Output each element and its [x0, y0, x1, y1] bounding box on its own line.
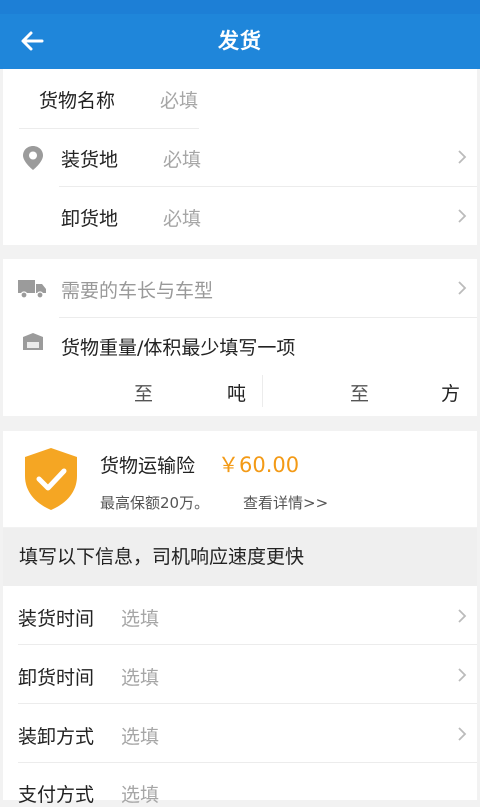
- app-bar: 发货: [0, 14, 480, 69]
- unload-place-row[interactable]: 卸货地 必填: [3, 186, 477, 245]
- optional-section-header: 填写以下信息，司机响应速度更快: [3, 528, 477, 586]
- handling-method-label: 装卸方式: [18, 726, 95, 748]
- cargo-name-input[interactable]: 必填: [160, 86, 198, 113]
- volume-range-separator: 至: [350, 383, 370, 405]
- load-place-label: 装货地: [61, 149, 119, 171]
- chevron-right-icon: [458, 727, 467, 741]
- insurance-description: 最高保额20万。: [100, 494, 210, 512]
- weight-unit: 吨: [227, 383, 247, 405]
- load-time-row[interactable]: 装货时间 选填: [3, 586, 477, 644]
- unload-time-label: 卸货时间: [18, 667, 95, 689]
- load-time-label: 装货时间: [18, 608, 95, 630]
- unload-place-input[interactable]: 必填: [163, 204, 201, 231]
- vehicle-card: 需要的车长与车型 货物重量/体积最少填写一项 至 吨 至 方: [3, 259, 477, 416]
- unload-place-label: 卸货地: [61, 208, 119, 230]
- chevron-right-icon: [458, 281, 467, 295]
- optional-section-title: 填写以下信息，司机响应速度更快: [19, 546, 305, 568]
- chevron-right-icon: [458, 150, 467, 164]
- location-pin-icon: [23, 146, 43, 170]
- handling-method-input[interactable]: 选填: [121, 722, 159, 749]
- load-place-row[interactable]: 装货地 必填: [3, 128, 477, 186]
- chevron-right-icon: [458, 609, 467, 623]
- cargo-name-label: 货物名称: [39, 90, 116, 112]
- truck-icon: [18, 280, 46, 299]
- insurance-card[interactable]: 货物运输险 ￥60.00 最高保额20万。 查看详情>>: [3, 431, 477, 527]
- vehicle-type-row[interactable]: 需要的车长与车型: [3, 259, 477, 317]
- divider: [262, 375, 263, 407]
- load-place-input[interactable]: 必填: [163, 145, 201, 172]
- cargo-info-card: 货物名称 必填 装货地 必填 卸货地 必填: [3, 69, 477, 245]
- chevron-right-icon: [458, 209, 467, 223]
- vehicle-type-input[interactable]: 需要的车长与车型: [61, 276, 213, 303]
- cargo-box-icon: [23, 333, 43, 350]
- load-time-input[interactable]: 选填: [121, 604, 159, 631]
- insurance-details-link[interactable]: 查看详情>>: [243, 492, 328, 513]
- weight-volume-row: 货物重量/体积最少填写一项: [3, 317, 477, 359]
- insurance-price: ￥60.00: [218, 453, 300, 477]
- optional-info-card: 装货时间 选填 卸货时间 选填 装卸方式 选填 支付方式 选填: [3, 586, 477, 806]
- payment-method-label: 支付方式: [18, 784, 95, 806]
- chevron-right-icon: [458, 668, 467, 682]
- shield-check-icon: [25, 448, 77, 510]
- cargo-name-row[interactable]: 货物名称 必填: [3, 69, 477, 128]
- handling-method-row[interactable]: 装卸方式 选填: [3, 704, 477, 762]
- weight-volume-label: 货物重量/体积最少填写一项: [61, 337, 296, 359]
- status-bar: [0, 0, 480, 14]
- unload-time-row[interactable]: 卸货时间 选填: [3, 645, 477, 703]
- weight-range-separator: 至: [134, 383, 154, 405]
- volume-unit: 方: [441, 383, 461, 405]
- insurance-title: 货物运输险: [100, 455, 196, 477]
- payment-method-row[interactable]: 支付方式 选填: [3, 763, 477, 806]
- page-title: 发货: [218, 29, 262, 53]
- payment-method-input[interactable]: 选填: [121, 780, 159, 807]
- unload-time-input[interactable]: 选填: [121, 663, 159, 690]
- weight-volume-inputs: 至 吨 至 方: [3, 359, 477, 416]
